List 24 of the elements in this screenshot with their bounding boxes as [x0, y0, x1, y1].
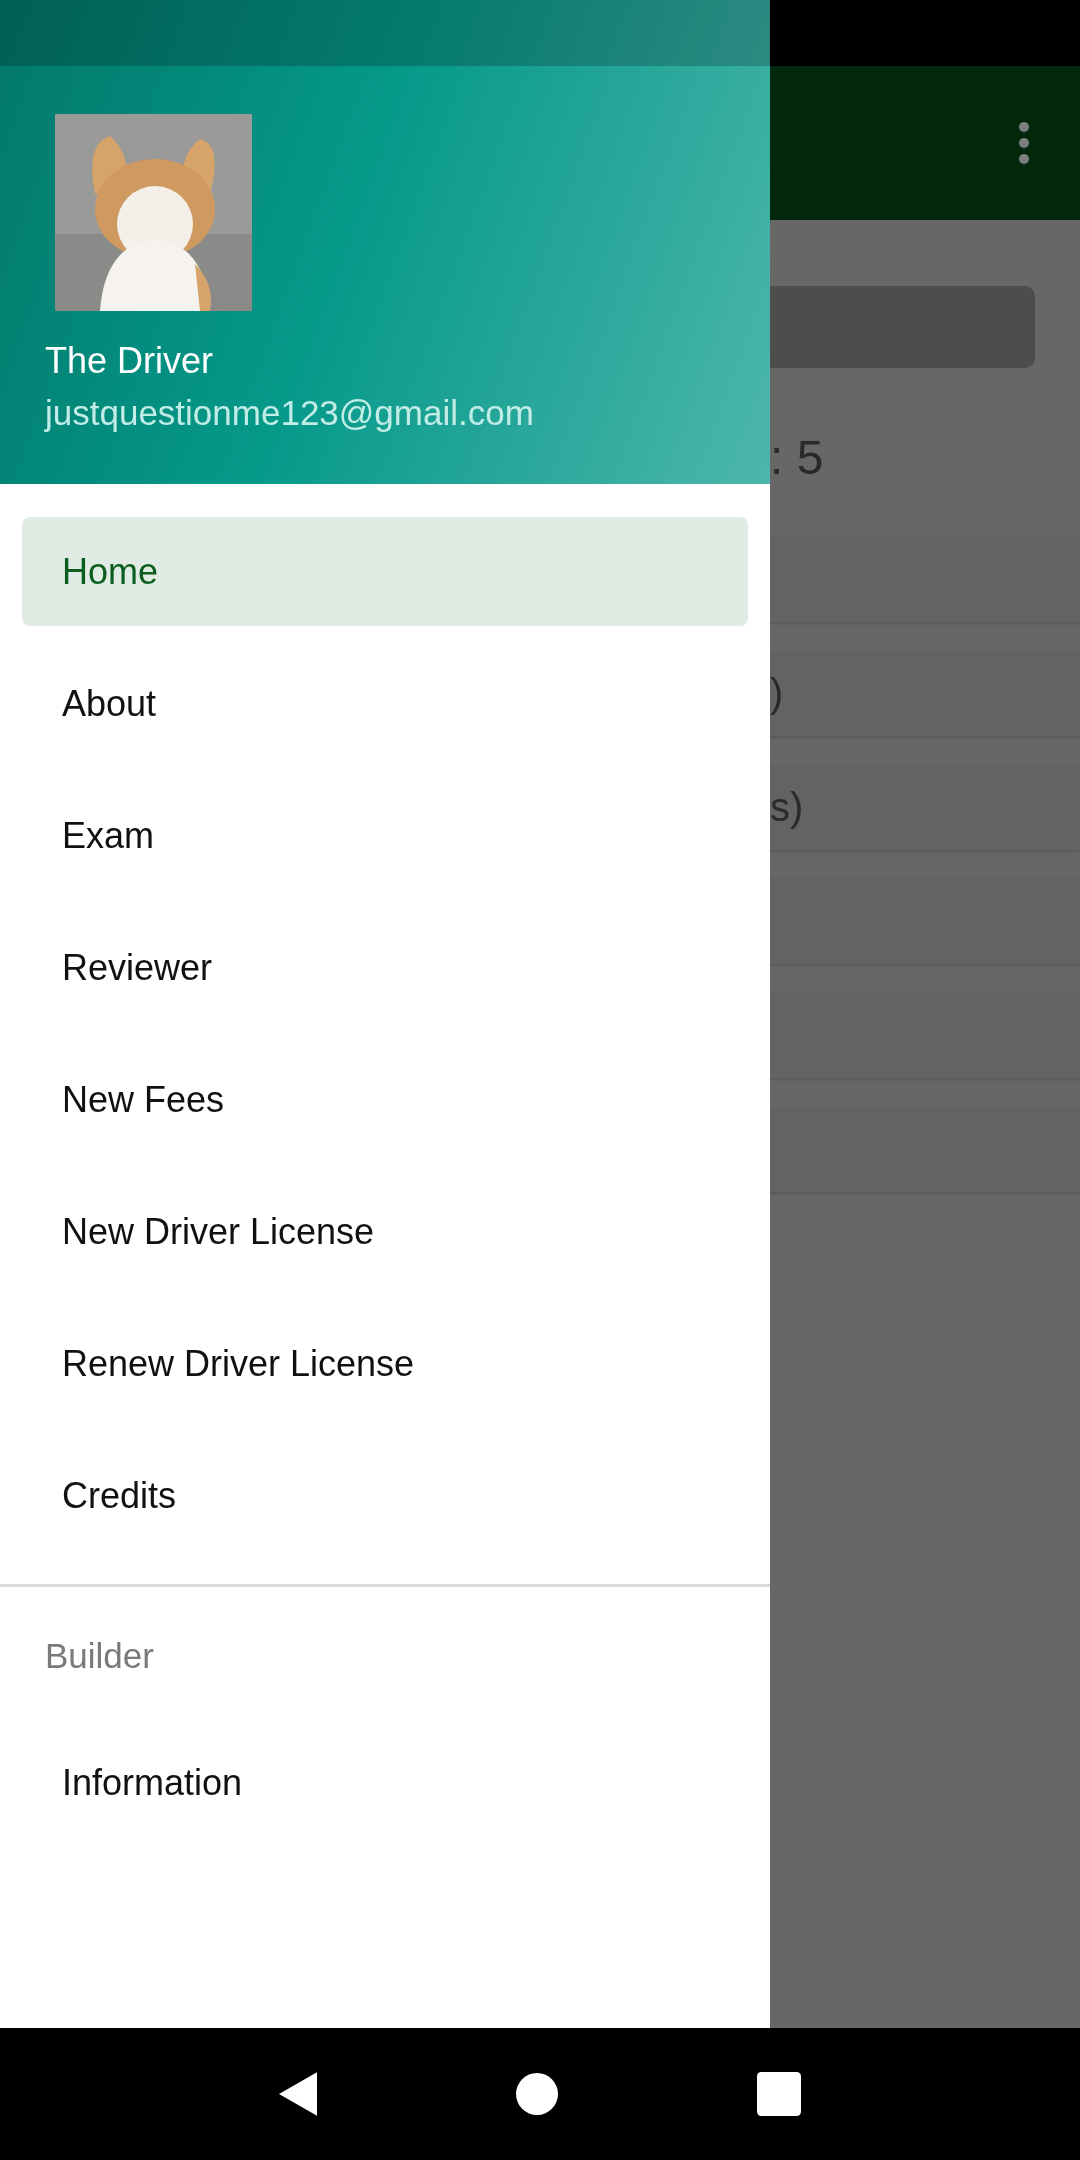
menu-item[interactable]: Renew Driver License — [22, 1309, 748, 1418]
menu-item[interactable]: New Driver License — [22, 1177, 748, 1286]
menu-item[interactable]: Information — [22, 1728, 748, 1837]
menu-item[interactable]: Exam — [22, 781, 748, 890]
row-text: s) — [770, 784, 804, 830]
section-title: Builder — [45, 1635, 155, 1677]
user-email: justquestionme123@gmail.com — [45, 392, 534, 434]
menu-item[interactable]: About — [22, 649, 748, 758]
menu-item[interactable]: New Fees — [22, 1045, 748, 1154]
list-row[interactable] — [770, 992, 1080, 1078]
list-row[interactable] — [770, 1106, 1080, 1192]
menu-item[interactable]: Home — [22, 517, 748, 626]
menu-item[interactable]: Credits — [22, 1441, 748, 1550]
home-icon[interactable] — [515, 2072, 560, 2116]
count-text: : 5 — [770, 430, 825, 486]
search-field[interactable] — [770, 286, 1035, 368]
user-name: The Driver — [45, 339, 214, 383]
list-row[interactable] — [770, 536, 1080, 622]
back-icon[interactable] — [278, 2072, 318, 2116]
list-row[interactable] — [770, 878, 1080, 964]
more-options-icon[interactable] — [1018, 121, 1030, 165]
row-text: ) — [770, 670, 784, 716]
menu-item[interactable]: Reviewer — [22, 913, 748, 1022]
recents-icon[interactable] — [757, 2072, 801, 2116]
